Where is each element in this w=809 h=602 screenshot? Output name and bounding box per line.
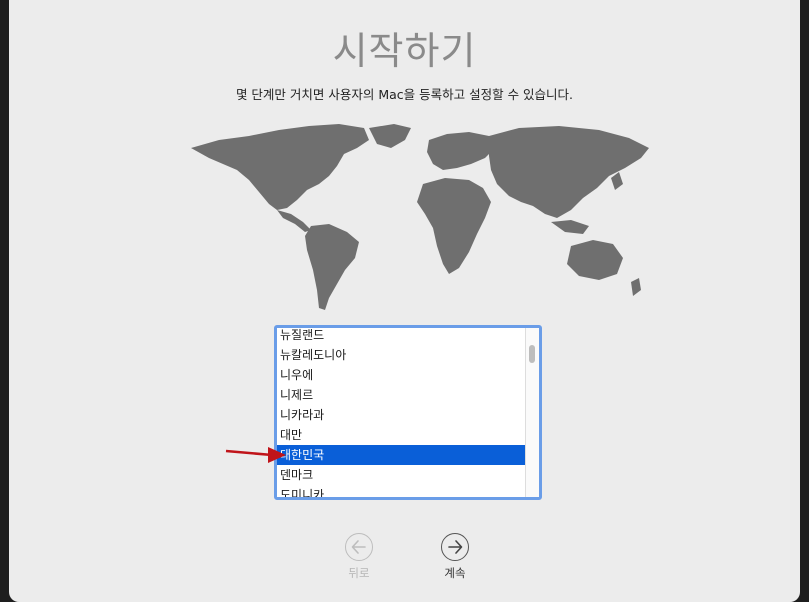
list-item[interactable]: 대만 <box>277 425 525 445</box>
continue-label: 계속 <box>444 566 466 580</box>
setup-window: 시작하기 몇 단계만 거치면 사용자의 Mac을 등록하고 설정할 수 있습니다… <box>9 0 800 602</box>
list-item[interactable]: 니카라과 <box>277 405 525 425</box>
country-list-items: 뉴질랜드 뉴칼레도니아 니우에 니제르 니카라과 대만 대한민국 덴마크 도미니… <box>277 328 525 497</box>
list-item[interactable]: 도미니카 <box>277 485 525 497</box>
back-button[interactable]: 뒤로 <box>329 533 389 581</box>
continent-south-america <box>305 224 359 310</box>
back-label: 뒤로 <box>348 566 370 580</box>
continent-central-america <box>277 210 311 232</box>
list-item[interactable]: 덴마크 <box>277 465 525 485</box>
list-scrollbar[interactable] <box>525 328 539 497</box>
list-item[interactable]: 니제르 <box>277 385 525 405</box>
islands-japan <box>611 172 623 190</box>
list-item[interactable]: 니우에 <box>277 365 525 385</box>
list-item-selected[interactable]: 대한민국 <box>277 445 525 465</box>
islands-new-zealand <box>631 278 641 296</box>
world-map-icon <box>191 124 649 310</box>
list-item[interactable]: 뉴칼레도니아 <box>277 345 525 365</box>
scrollbar-thumb[interactable] <box>529 345 535 363</box>
list-item[interactable]: 뉴질랜드 <box>277 328 525 345</box>
arrow-left-circle-icon <box>345 533 373 561</box>
islands-southeast-asia <box>551 220 589 234</box>
continent-australia <box>567 240 623 280</box>
continent-greenland <box>369 124 411 148</box>
page-title: 시작하기 <box>332 29 477 73</box>
continent-africa <box>417 178 491 274</box>
continue-button[interactable]: 계속 <box>425 533 485 581</box>
country-list[interactable]: 뉴질랜드 뉴칼레도니아 니우에 니제르 니카라과 대만 대한민국 덴마크 도미니… <box>274 325 542 500</box>
continent-europe <box>427 132 495 170</box>
red-arrow-icon <box>225 447 286 463</box>
continent-north-america <box>191 124 369 210</box>
page-subtitle: 몇 단계만 거치면 사용자의 Mac을 등록하고 설정할 수 있습니다. <box>235 87 574 102</box>
arrow-right-circle-icon <box>441 533 469 561</box>
continent-asia <box>489 126 649 218</box>
